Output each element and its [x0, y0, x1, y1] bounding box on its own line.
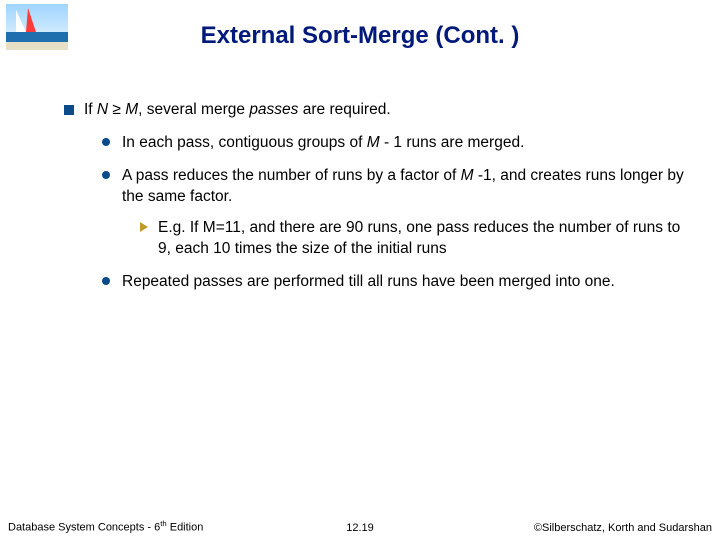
text: ≥ [108, 101, 125, 118]
variable-n: N [97, 101, 108, 118]
text: In each pass, contiguous groups of [122, 134, 367, 151]
slide-body: If N ≥ M, several merge passes are requi… [64, 100, 684, 306]
slide-title: External Sort-Merge (Cont. ) [0, 22, 720, 50]
footer-copyright: ©Silberschatz, Korth and Sudarshan [534, 522, 712, 534]
bullet-level3: E.g. If M=11, and there are 90 runs, one… [140, 218, 684, 260]
text: - 1 runs are merged. [380, 134, 525, 151]
text: E.g. If M=11, and there are 90 runs, one… [158, 219, 680, 257]
text: If [84, 101, 97, 118]
variable-m: M [125, 101, 138, 118]
text: Repeated passes are performed till all r… [122, 273, 615, 290]
text: A pass reduces the number of runs by a f… [122, 167, 461, 184]
text: are required. [298, 101, 390, 118]
bullet-level2: In each pass, contiguous groups of M - 1… [102, 133, 684, 154]
bullet-level2: Repeated passes are performed till all r… [102, 272, 684, 293]
text: , several merge [138, 101, 249, 118]
variable-m: M [461, 167, 474, 184]
bullet-level2: A pass reduces the number of runs by a f… [102, 166, 684, 260]
variable-m: M [367, 134, 380, 151]
text-emph: passes [249, 101, 298, 118]
bullet-level1: If N ≥ M, several merge passes are requi… [64, 100, 684, 292]
